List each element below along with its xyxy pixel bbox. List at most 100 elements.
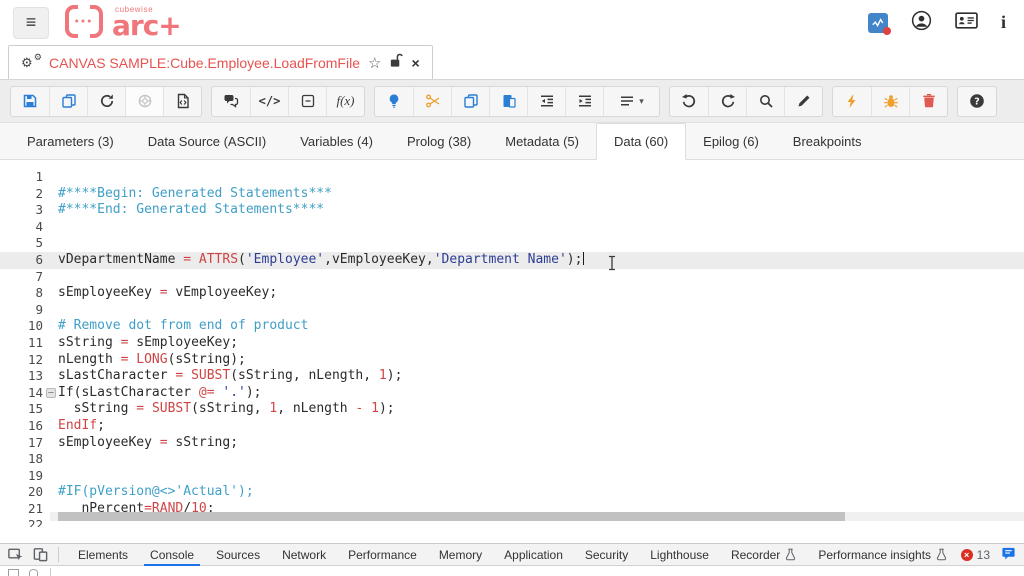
favorite-star-icon[interactable]: ☆	[368, 54, 381, 72]
code-editor[interactable]: 12#****Begin: Generated Statements***3#*…	[0, 160, 1024, 527]
code-line[interactable]: 4	[0, 219, 1024, 236]
code-line[interactable]: 10# Remove dot from end of product	[0, 318, 1024, 335]
devtools-subrow-partial	[0, 566, 1024, 576]
code-line[interactable]: 6vDepartmentName = ATTRS('Employee',vEmp…	[0, 252, 1024, 269]
tab-breakpoints[interactable]: Breakpoints	[776, 123, 879, 159]
unlock-icon[interactable]	[389, 53, 403, 73]
save-button[interactable]	[11, 87, 49, 116]
pulse-line-icon	[871, 16, 885, 30]
document-tab[interactable]: ⚙⚙ CANVAS SAMPLE:Cube.Employee.LoadFromF…	[8, 45, 433, 79]
copy-icon	[61, 93, 77, 109]
line-number: 11	[0, 335, 58, 352]
code-line[interactable]: 18	[0, 451, 1024, 468]
duplicate-button[interactable]	[49, 87, 87, 116]
preview-button	[125, 87, 163, 116]
code-line[interactable]: 5	[0, 235, 1024, 252]
devtools-tab-console[interactable]: Console	[139, 544, 205, 565]
error-count-badge[interactable]: × 13	[961, 548, 990, 562]
paste-button[interactable]	[489, 87, 527, 116]
help-button[interactable]: ?	[958, 87, 996, 116]
view-source-button[interactable]	[163, 87, 201, 116]
issues-icon[interactable]	[1001, 546, 1016, 564]
devtools-tab-performance-insights[interactable]: Performance insights	[807, 544, 958, 565]
code-line[interactable]: 19	[0, 468, 1024, 485]
device-toolbar-icon[interactable]	[29, 545, 51, 565]
spacer	[0, 527, 1024, 543]
tab-metadata-5[interactable]: Metadata (5)	[488, 123, 596, 159]
devtools-tab-elements[interactable]: Elements	[67, 544, 139, 565]
code-text: # Remove dot from end of product	[58, 318, 308, 335]
devtools-tab-label: Network	[282, 548, 326, 562]
functions-button[interactable]: f(x)	[326, 87, 364, 116]
refresh-button[interactable]	[87, 87, 125, 116]
run-button[interactable]	[833, 87, 871, 116]
code-line[interactable]: 11sString = sEmployeeKey;	[0, 335, 1024, 352]
hints-button[interactable]	[375, 87, 413, 116]
tab-variables-4[interactable]: Variables (4)	[283, 123, 390, 159]
code-line[interactable]: 8sEmployeeKey = vEmployeeKey;	[0, 285, 1024, 302]
brand-logo[interactable]: ●●● cubewise arc+	[65, 5, 181, 40]
outdent-button[interactable]	[527, 87, 565, 116]
tab-epilog-6[interactable]: Epilog (6)	[686, 123, 776, 159]
info-icon[interactable]: i	[1001, 12, 1006, 33]
divider	[50, 568, 51, 576]
copy-button[interactable]	[451, 87, 489, 116]
devtools-tab-security[interactable]: Security	[574, 544, 639, 565]
devtools-tab-sources[interactable]: Sources	[205, 544, 271, 565]
tab-parameters-3[interactable]: Parameters (3)	[10, 123, 131, 159]
process-section-tabs: Parameters (3)Data Source (ASCII)Variabl…	[0, 123, 1024, 160]
line-number: 18	[0, 451, 58, 468]
redo-button[interactable]	[708, 87, 746, 116]
code-line[interactable]: 17sEmployeeKey = sString;	[0, 435, 1024, 452]
code-line[interactable]: 13sLastCharacter = SUBST(sString, nLengt…	[0, 368, 1024, 385]
line-number: 6	[0, 252, 58, 269]
code-line[interactable]: 7	[0, 269, 1024, 286]
tab-data-source-ascii[interactable]: Data Source (ASCII)	[131, 123, 284, 159]
code-line[interactable]: 20#IF(pVersion@<>'Actual');	[0, 484, 1024, 501]
format-button[interactable]: ▾	[603, 87, 659, 116]
line-number: 2	[0, 186, 58, 203]
clear-console-icon-partial	[29, 569, 38, 576]
code-line[interactable]: 14–If(sLastCharacter @= '.');	[0, 385, 1024, 402]
indent-button[interactable]	[565, 87, 603, 116]
code-line[interactable]: 16EndIf;	[0, 418, 1024, 435]
close-icon[interactable]: ×	[411, 55, 419, 71]
devtools-tab-network[interactable]: Network	[271, 544, 337, 565]
line-number: 4	[0, 219, 58, 236]
user-icon[interactable]	[911, 10, 932, 36]
activity-chart-icon[interactable]	[868, 13, 888, 33]
code-line[interactable]: 3#****End: Generated Statements****	[0, 202, 1024, 219]
code-line[interactable]: 12nLength = LONG(sString);	[0, 352, 1024, 369]
comments-button[interactable]	[212, 87, 250, 116]
devtools-tab-application[interactable]: Application	[493, 544, 574, 565]
edit-button[interactable]	[784, 87, 822, 116]
fold-marker-icon[interactable]: –	[46, 388, 56, 398]
tab-data-60[interactable]: Data (60)	[596, 123, 686, 160]
horizontal-scrollbar[interactable]	[50, 512, 1024, 521]
menu-button[interactable]: ≡	[13, 7, 49, 39]
devtools-tab-performance[interactable]: Performance	[337, 544, 428, 565]
delete-button[interactable]	[909, 87, 947, 116]
code-view-button[interactable]: </>	[250, 87, 288, 116]
devtools-tab-recorder[interactable]: Recorder	[720, 544, 807, 565]
line-number: 8	[0, 285, 58, 302]
devtools-tab-memory[interactable]: Memory	[428, 544, 493, 565]
devtools-tab-label: Memory	[439, 548, 482, 562]
devtools-tab-label: Application	[504, 548, 563, 562]
code-line[interactable]: 1	[0, 169, 1024, 186]
tab-prolog-38[interactable]: Prolog (38)	[390, 123, 488, 159]
debug-button[interactable]	[871, 87, 909, 116]
cut-button[interactable]	[413, 87, 451, 116]
code-line[interactable]: 9	[0, 302, 1024, 319]
search-icon	[758, 93, 774, 109]
undo-button[interactable]	[670, 87, 708, 116]
id-card-icon[interactable]	[955, 12, 978, 34]
code-line[interactable]: 2#****Begin: Generated Statements***	[0, 186, 1024, 203]
collapse-button[interactable]	[288, 87, 326, 116]
devtools-tab-label: Performance insights	[818, 548, 931, 562]
code-line[interactable]: 15 sString = SUBST(sString, 1, nLength -…	[0, 401, 1024, 418]
devtools-tab-lighthouse[interactable]: Lighthouse	[639, 544, 720, 565]
find-button[interactable]	[746, 87, 784, 116]
inspect-element-icon[interactable]	[4, 545, 26, 565]
horizontal-scrollbar-thumb[interactable]	[58, 512, 845, 521]
